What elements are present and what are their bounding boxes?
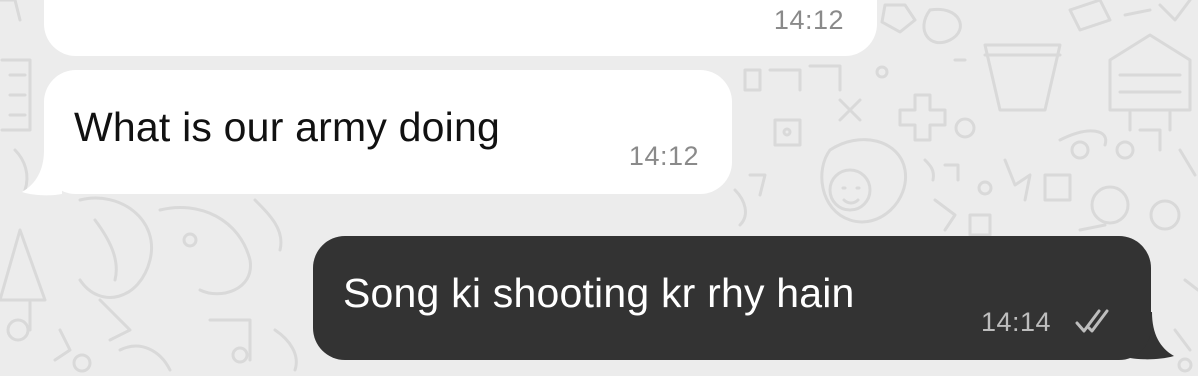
message-text: What is our army doing	[74, 104, 500, 150]
message-text: Song ki shooting kr rhy hain	[343, 270, 855, 316]
outgoing-message-bubble[interactable]: Song ki shooting kr rhy hain 14:14	[313, 236, 1151, 360]
incoming-message-bubble[interactable]: 14:12	[44, 0, 877, 56]
message-timestamp: 14:14	[981, 307, 1052, 337]
message-timestamp: 14:12	[773, 5, 844, 35]
incoming-message-bubble[interactable]: What is our army doing 14:12	[44, 70, 732, 194]
read-double-check-icon	[1075, 309, 1109, 333]
message-timestamp: 14:12	[628, 141, 699, 171]
